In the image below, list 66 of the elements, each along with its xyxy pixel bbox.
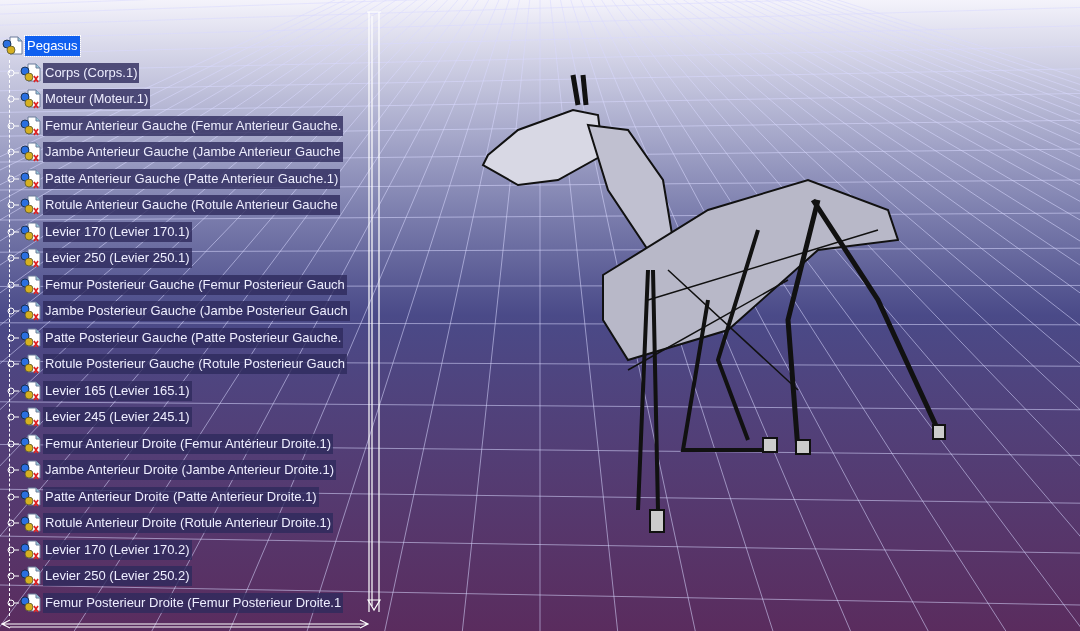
product-icon (20, 327, 42, 348)
tree-node-handle-icon[interactable] (7, 360, 20, 369)
product-icon (20, 592, 42, 613)
tree-node-handle-icon[interactable] (7, 280, 20, 289)
tree-node-handle-icon[interactable] (7, 68, 20, 77)
tree-node-label[interactable]: Levier 245 (Levier 245.1) (43, 407, 192, 428)
tree-node-label[interactable]: Levier 170 (Levier 170.1) (43, 221, 192, 242)
tree-node-label[interactable]: Rotule Anterieur Droite (Rotule Anterieur Droite.1) (43, 513, 334, 534)
product-icon (20, 168, 42, 189)
tree-node-handle-icon[interactable] (7, 572, 20, 581)
product-icon (20, 380, 42, 401)
tree-node-handle-icon[interactable] (7, 492, 20, 501)
product-icon (20, 513, 42, 534)
tree-node-handle-icon[interactable] (7, 307, 20, 316)
tree-node-handle-icon[interactable] (7, 148, 20, 157)
tree-node-label[interactable]: Jambe Posterieur Gauche (Jambe Posterieur Gauch (43, 301, 350, 322)
tree-node-label[interactable]: Patte Posterieur Gauche (Patte Posterieur Gauche. (43, 327, 344, 348)
product-icon (20, 407, 42, 428)
product-icon (20, 62, 42, 83)
product-icon (20, 89, 42, 110)
tree-node-handle-icon[interactable] (7, 439, 20, 448)
tree-node-label[interactable]: Rotule Anterieur Gauche (Rotule Anterieur Gauche (43, 195, 340, 216)
tree-node-handle-icon[interactable] (7, 174, 20, 183)
tree-node-label[interactable]: Femur Posterieur Droite (Femur Posterieur Droite.1 (43, 592, 344, 613)
product-icon (20, 539, 42, 560)
tree-node-handle-icon[interactable] (7, 466, 20, 475)
tree-node-handle-icon[interactable] (7, 598, 20, 607)
tree-node-handle-icon[interactable] (7, 519, 20, 528)
product-icon (20, 142, 42, 163)
product-icon (20, 486, 42, 507)
tree-node-label[interactable]: Pegasus (25, 36, 80, 57)
tree-node-handle-icon[interactable] (7, 95, 20, 104)
product-icon (20, 195, 42, 216)
tree-node-handle-icon[interactable] (7, 227, 20, 236)
product-icon (20, 566, 42, 587)
product-icon (20, 248, 42, 269)
tree-node-handle-icon[interactable] (7, 201, 20, 210)
product-icon (20, 274, 42, 295)
tree-node-label[interactable]: Femur Anterieur Droite (Femur Antérieur Droite.1) (43, 433, 334, 454)
tree-node-label[interactable]: Patte Anterieur Droite (Patte Anterieur Droite.1) (43, 486, 319, 507)
horizontal-scrollbar[interactable] (0, 618, 370, 630)
tree-node-label[interactable]: Levier 250 (Levier 250.2) (43, 566, 192, 587)
tree-node-label[interactable]: Levier 170 (Levier 170.2) (43, 539, 192, 560)
tree-node-handle-icon[interactable] (7, 121, 20, 130)
product-icon (20, 354, 42, 375)
tree-node-handle-icon[interactable] (7, 545, 20, 554)
tree-node-handle-icon[interactable] (7, 386, 20, 395)
tree-node-label[interactable]: Femur Posterieur Gauche (Femur Posterieur Gauch (43, 274, 347, 295)
tree-node-label[interactable]: Corps (Corps.1) (43, 62, 140, 83)
tree-node-label[interactable]: Jambe Anterieur Droite (Jambe Anterieur Droite.1) (43, 460, 336, 481)
product-icon (20, 301, 42, 322)
product-icon (2, 36, 24, 57)
tree-node-handle-icon[interactable] (7, 413, 20, 422)
product-icon (20, 460, 42, 481)
tree-node-label[interactable]: Levier 165 (Levier 165.1) (43, 380, 192, 401)
product-icon (20, 433, 42, 454)
product-icon (20, 115, 42, 136)
tree-node-label[interactable]: Levier 250 (Levier 250.1) (43, 248, 192, 269)
tree-node-label[interactable]: Patte Anterieur Gauche (Patte Anterieur Gauche.1) (43, 168, 341, 189)
tree-node-label[interactable]: Rotule Posterieur Gauche (Rotule Posterieur Gauch (43, 354, 347, 375)
tree-node-handle-icon[interactable] (7, 333, 20, 342)
tree-node-label[interactable]: Moteur (Moteur.1) (43, 89, 151, 110)
tree-node-label[interactable]: Femur Anterieur Gauche (Femur Anterieur Gauche. (43, 115, 344, 136)
tree-node-label[interactable]: Jambe Anterieur Gauche (Jambe Anterieur Gauche (43, 142, 343, 163)
product-icon (20, 221, 42, 242)
tree-node-handle-icon[interactable] (7, 254, 20, 263)
